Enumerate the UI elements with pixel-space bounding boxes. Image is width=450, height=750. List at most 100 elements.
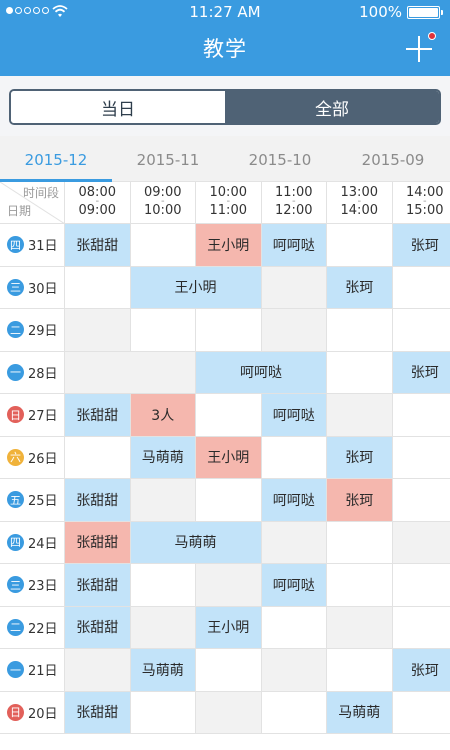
weekday-badge: 六 [7, 448, 24, 466]
schedule-cell[interactable]: 张甜甜 [65, 691, 131, 734]
schedule-cell[interactable] [392, 564, 450, 607]
schedule-cell[interactable]: 马萌萌 [130, 649, 196, 692]
schedule-cell[interactable]: 呵呵哒 [196, 351, 327, 394]
schedule-cell[interactable]: 张甜甜 [65, 479, 131, 522]
weekday-badge: 日 [7, 703, 24, 721]
schedule-cell[interactable] [327, 564, 393, 607]
schedule-cell[interactable] [392, 606, 450, 649]
schedule-cell[interactable] [65, 436, 131, 479]
schedule-cell[interactable] [196, 394, 262, 437]
schedule-cell[interactable] [130, 691, 196, 734]
schedule-cell[interactable]: 张珂 [392, 649, 450, 692]
schedule-cell[interactable] [65, 351, 196, 394]
schedule-cell[interactable] [196, 564, 262, 607]
day-number: 30日 [28, 281, 58, 297]
schedule-cell[interactable]: 张甜甜 [65, 224, 131, 267]
schedule-cell[interactable] [196, 649, 262, 692]
corner-time-label: 时间段 [22, 186, 59, 200]
schedule-cell[interactable] [327, 521, 393, 564]
schedule-cell[interactable]: 张甜甜 [65, 606, 131, 649]
schedule-cell[interactable]: 马萌萌 [130, 521, 262, 564]
schedule-cell[interactable]: 王小明 [130, 266, 262, 309]
date-label: 四 24日 [0, 521, 65, 564]
schedule-cell[interactable] [392, 479, 450, 522]
schedule-cell[interactable] [261, 436, 327, 479]
schedule-cell[interactable]: 马萌萌 [327, 691, 393, 734]
schedule-cell[interactable] [65, 309, 131, 352]
schedule-cell[interactable] [196, 479, 262, 522]
weekday-badge: 四 [7, 236, 24, 254]
schedule-cell[interactable] [130, 564, 196, 607]
weekday-badge: 一 [7, 661, 24, 679]
schedule-cell[interactable] [327, 309, 393, 352]
schedule-cell[interactable]: 张珂 [327, 436, 393, 479]
time-slot-header: 14:00-15:00 [392, 182, 450, 224]
schedule-cell[interactable] [392, 436, 450, 479]
schedule-grid: 时间段 日期 08:00-09:00 09:00-10:00 10:00-11:00… [0, 182, 450, 750]
schedule-cell[interactable] [196, 309, 262, 352]
schedule-cell[interactable] [261, 309, 327, 352]
schedule-cell[interactable] [392, 691, 450, 734]
schedule-cell[interactable] [261, 691, 327, 734]
schedule-cell[interactable] [327, 606, 393, 649]
date-label: 日 20日 [0, 691, 65, 734]
segment-all[interactable]: 全部 [225, 91, 439, 123]
schedule-cell[interactable]: 张甜甜 [65, 394, 131, 437]
schedule-cell[interactable] [261, 649, 327, 692]
time-slot-header: 08:00-09:00 [65, 182, 131, 224]
schedule-cell[interactable]: 呵呵哒 [261, 479, 327, 522]
add-button[interactable] [406, 32, 436, 62]
tab-month-3[interactable]: 2015-10 [224, 136, 336, 181]
weekday-badge: 四 [7, 533, 24, 551]
time-slot-header: 13:00-14:00 [327, 182, 393, 224]
tab-month-1[interactable]: 2015-12 [0, 136, 112, 182]
schedule-cell[interactable]: 王小明 [196, 436, 262, 479]
schedule-cell[interactable]: 张甜甜 [65, 564, 131, 607]
schedule-cell[interactable] [327, 224, 393, 267]
schedule-cell[interactable] [65, 649, 131, 692]
day-number: 20日 [28, 706, 58, 722]
weekday-badge: 三 [7, 576, 24, 594]
schedule-cell[interactable]: 呵呵哒 [261, 394, 327, 437]
weekday-badge: 二 [7, 618, 24, 636]
date-label: 三 23日 [0, 564, 65, 607]
schedule-cell[interactable] [327, 649, 393, 692]
schedule-cell[interactable] [196, 691, 262, 734]
schedule-cell[interactable] [327, 394, 393, 437]
schedule-cell[interactable] [130, 479, 196, 522]
day-number: 26日 [28, 451, 58, 467]
schedule-cell[interactable]: 张珂 [327, 266, 393, 309]
month-tabs: 2015-12 2015-11 2015-10 2015-09 [0, 136, 450, 182]
schedule-cell[interactable]: 马萌萌 [130, 436, 196, 479]
date-label: 五 25日 [0, 479, 65, 522]
schedule-cell[interactable]: 张珂 [392, 224, 450, 267]
tab-month-2[interactable]: 2015-11 [112, 136, 224, 181]
schedule-cell[interactable]: 王小明 [196, 224, 262, 267]
schedule-cell[interactable] [261, 266, 327, 309]
schedule-cell[interactable]: 呵呵哒 [261, 224, 327, 267]
schedule-cell[interactable]: 张甜甜 [65, 521, 131, 564]
segment-today[interactable]: 当日 [11, 91, 225, 123]
schedule-cell[interactable]: 张珂 [392, 351, 450, 394]
schedule-cell[interactable]: 3人 [130, 394, 196, 437]
schedule-cell[interactable] [392, 521, 450, 564]
schedule-cell[interactable] [392, 394, 450, 437]
date-label: 二 29日 [0, 309, 65, 352]
tab-month-4[interactable]: 2015-09 [336, 136, 450, 181]
schedule-cell[interactable] [130, 309, 196, 352]
schedule-cell[interactable]: 王小明 [196, 606, 262, 649]
notification-badge [428, 32, 436, 40]
time-slot-header: 11:00-12:00 [261, 182, 327, 224]
corner-date-label: 日期 [7, 204, 32, 218]
date-label: 日 27日 [0, 394, 65, 437]
schedule-cell[interactable] [327, 351, 393, 394]
schedule-cell[interactable]: 呵呵哒 [261, 564, 327, 607]
schedule-cell[interactable] [392, 266, 450, 309]
schedule-cell[interactable] [130, 224, 196, 267]
schedule-cell[interactable] [65, 266, 131, 309]
schedule-cell[interactable] [261, 521, 327, 564]
schedule-cell[interactable]: 张珂 [327, 479, 393, 522]
schedule-cell[interactable] [261, 606, 327, 649]
schedule-cell[interactable] [130, 606, 196, 649]
schedule-cell[interactable] [392, 309, 450, 352]
